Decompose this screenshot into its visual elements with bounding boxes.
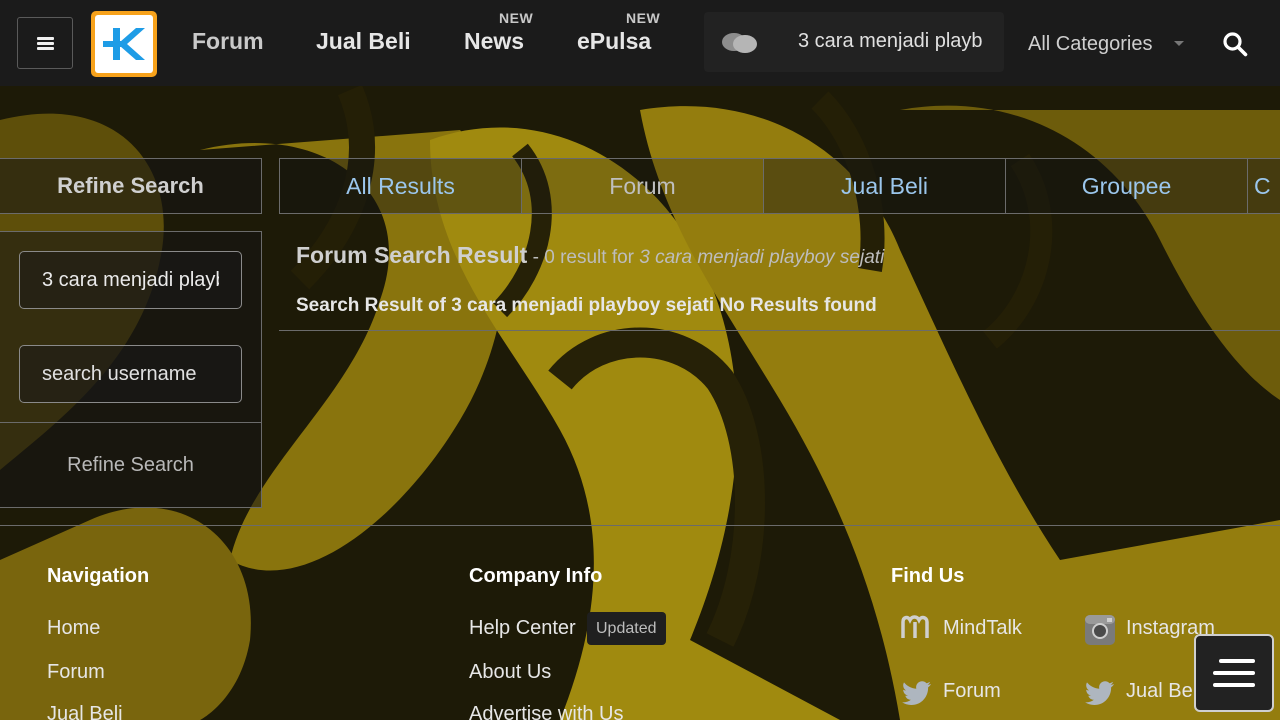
mindtalk-icon [901,615,929,638]
search-username-input[interactable] [19,345,242,403]
kaskus-k-icon [103,28,145,60]
nav-epulsa[interactable]: ePulsa [577,28,651,55]
result-query: 3 cara menjadi playboy sejati [639,247,885,268]
refine-search-heading: Refine Search [0,158,262,214]
nav-jual-beli[interactable]: Jual Beli [316,28,411,55]
header-search-input[interactable]: 3 cara menjadi playb [798,30,998,53]
footer-find-us-heading: Find Us [891,565,965,587]
hamburger-menu-button[interactable] [17,17,73,69]
chevron-down-icon [1174,41,1184,46]
menu-lines-icon [1213,659,1255,687]
result-heading: Forum Search Result [296,242,528,268]
footer-link-mindtalk[interactable]: MindTalk [943,617,1022,640]
nav-forum[interactable]: Forum [192,28,264,55]
nav-news[interactable]: News [464,28,524,55]
instagram-icon [1085,615,1115,645]
top-header: Forum Jual Beli NEW News NEW ePulsa 3 ca… [0,0,1280,86]
tab-all-results[interactable]: All Results [279,159,521,213]
hamburger-icon [36,36,54,50]
footer-navigation-heading: Navigation [47,565,150,587]
footer-link-about-us[interactable]: About Us [469,661,551,684]
refine-query-input[interactable] [19,251,242,309]
category-select[interactable]: All Categories [1028,33,1153,56]
refine-search-panel: Refine Search [0,231,262,508]
result-tabs: All Results Forum Jual Beli Groupee C [279,158,1280,214]
news-new-badge: NEW [499,10,534,26]
no-results-message: Search Result of 3 cara menjadi playboy … [296,295,877,316]
footer-link-twitter-forum[interactable]: Forum [943,680,1001,703]
divider [279,330,1280,331]
chat-bubbles-icon[interactable] [720,30,760,56]
twitter-icon [1085,681,1114,705]
tab-next[interactable]: C [1247,159,1280,213]
floating-menu-button[interactable] [1194,634,1274,712]
footer-link-home[interactable]: Home [47,617,100,640]
footer-link-twitter-jual-beli[interactable]: Jual Beli [1126,680,1202,703]
footer-link-help-center[interactable]: Help Center [469,617,576,640]
footer-company-heading: Company Info [469,565,603,587]
twitter-icon [902,681,931,705]
divider [0,525,1280,526]
kaskus-logo[interactable] [91,11,157,77]
epulsa-new-badge: NEW [626,10,661,26]
result-title: Forum Search Result - 0 result for 3 car… [296,242,884,269]
search-icon[interactable] [1222,31,1248,57]
refine-search-button[interactable]: Refine Search [0,423,261,508]
updated-badge: Updated [587,612,666,645]
footer-link-advertise[interactable]: Advertise with Us [469,703,624,720]
footer-link-forum[interactable]: Forum [47,661,105,684]
footer-link-jual-beli[interactable]: Jual Beli [47,703,123,720]
tab-forum[interactable]: Forum [521,159,763,213]
result-count: - 0 result for [527,247,640,268]
tab-jual-beli[interactable]: Jual Beli [763,159,1005,213]
tab-groupee[interactable]: Groupee [1005,159,1247,213]
